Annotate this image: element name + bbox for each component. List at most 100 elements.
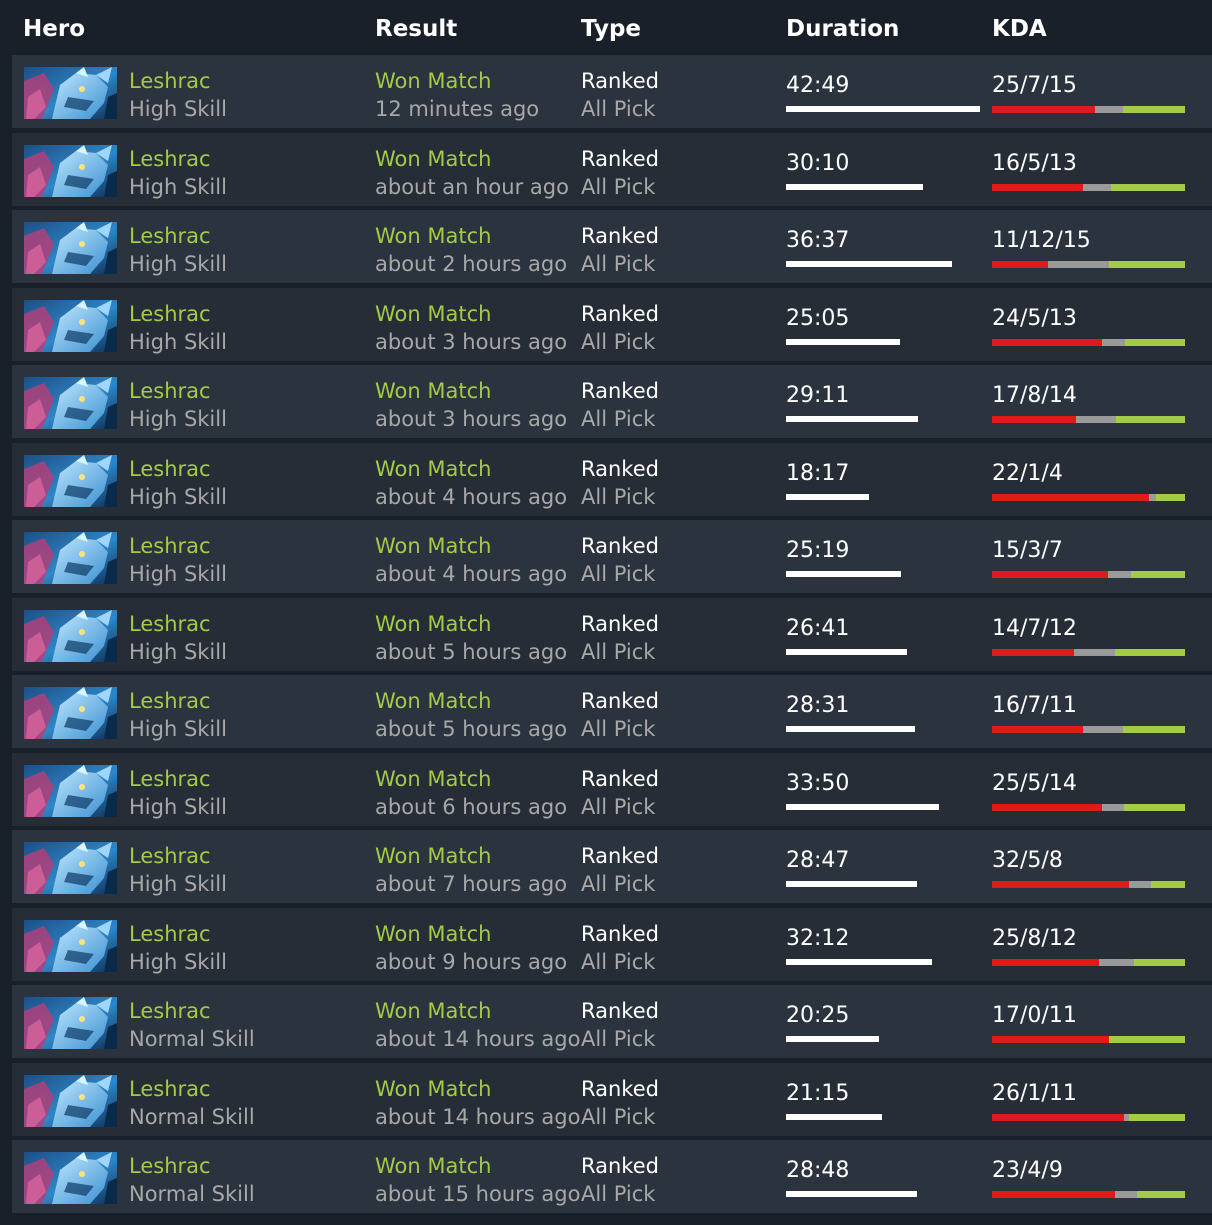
hero-name[interactable]: Leshrac — [129, 379, 211, 403]
hero-name[interactable]: Leshrac — [129, 224, 211, 248]
match-row[interactable]: Leshrac Normal Skill Won Match about 14 … — [12, 1062, 1212, 1136]
deaths-segment — [1101, 803, 1124, 811]
match-time: about 3 hours ago — [375, 407, 568, 431]
leshrac-portrait-icon[interactable] — [24, 532, 117, 584]
deaths-segment — [1082, 183, 1112, 191]
match-row[interactable]: Leshrac High Skill Won Match 12 minutes … — [12, 55, 1212, 128]
hero-name[interactable]: Leshrac — [129, 1154, 211, 1178]
column-header-hero[interactable]: Hero — [23, 16, 85, 42]
match-result[interactable]: Won Match — [375, 147, 491, 171]
column-header-result[interactable]: Result — [375, 16, 457, 42]
hero-name[interactable]: Leshrac — [129, 302, 211, 326]
match-time: about 9 hours ago — [375, 949, 568, 974]
hero-name[interactable]: Leshrac — [129, 844, 211, 868]
match-duration: 25:05 — [786, 305, 850, 331]
hero-name[interactable]: Leshrac — [129, 457, 211, 481]
hero-name[interactable]: Leshrac — [129, 999, 211, 1023]
leshrac-portrait-icon[interactable] — [24, 764, 117, 817]
kills-segment — [992, 1113, 1125, 1121]
lobby-type: Ranked — [581, 456, 659, 481]
match-result[interactable]: Won Match — [375, 999, 491, 1023]
kills-segment — [992, 183, 1083, 191]
leshrac-portrait-icon[interactable] — [24, 67, 117, 119]
match-duration: 42:49 — [786, 73, 850, 98]
deaths-segment — [1129, 881, 1151, 888]
match-result[interactable]: Won Match — [375, 224, 491, 248]
skill-bracket: High Skill — [129, 174, 227, 199]
duration-bar — [786, 1113, 882, 1120]
leshrac-portrait-icon[interactable] — [24, 454, 117, 507]
hero-name[interactable]: Leshrac — [129, 147, 211, 171]
skill-bracket: Normal Skill — [129, 1027, 255, 1051]
match-result[interactable]: Won Match — [375, 69, 491, 93]
duration-bar — [786, 803, 939, 810]
kda-value: 22/1/4 — [992, 460, 1063, 486]
duration-bar — [786, 648, 907, 655]
kda-value: 17/8/14 — [992, 383, 1077, 408]
match-row[interactable]: Leshrac High Skill Won Match about 2 hou… — [12, 210, 1212, 283]
match-row[interactable]: Leshrac High Skill Won Match about 7 hou… — [12, 830, 1212, 903]
match-result[interactable]: Won Match — [375, 767, 491, 791]
match-row[interactable]: Leshrac High Skill Won Match about 3 hou… — [12, 365, 1212, 438]
duration-bar — [786, 261, 952, 267]
match-result[interactable]: Won Match — [375, 922, 491, 946]
leshrac-portrait-icon[interactable] — [24, 919, 117, 972]
match-time: 12 minutes ago — [375, 97, 540, 121]
assists-segment — [1150, 881, 1185, 888]
leshrac-portrait-icon[interactable] — [24, 144, 117, 197]
kda-value: 32/5/8 — [992, 848, 1063, 873]
match-row[interactable]: Leshrac Normal Skill Won Match about 15 … — [12, 1140, 1212, 1213]
hero-name[interactable]: Leshrac — [129, 69, 211, 93]
leshrac-portrait-icon[interactable] — [24, 1074, 117, 1127]
match-time: about 2 hours ago — [375, 252, 568, 276]
match-result[interactable]: Won Match — [375, 844, 491, 868]
match-result[interactable]: Won Match — [375, 379, 491, 403]
skill-bracket: High Skill — [129, 717, 227, 741]
lobby-type: Ranked — [581, 69, 659, 93]
match-row[interactable]: Leshrac High Skill Won Match about 5 hou… — [12, 597, 1212, 671]
column-header-type[interactable]: Type — [581, 16, 641, 42]
hero-name[interactable]: Leshrac — [129, 689, 211, 713]
kda-bar — [992, 338, 1185, 346]
match-time: about 3 hours ago — [375, 329, 568, 354]
kda-bar — [992, 1036, 1185, 1043]
match-result[interactable]: Won Match — [375, 534, 491, 558]
match-row[interactable]: Leshrac High Skill Won Match about an ho… — [12, 132, 1212, 206]
match-row[interactable]: Leshrac High Skill Won Match about 3 hou… — [12, 287, 1212, 361]
skill-bracket: High Skill — [129, 97, 227, 121]
match-row[interactable]: Leshrac High Skill Won Match about 9 hou… — [12, 907, 1212, 981]
hero-name[interactable]: Leshrac — [129, 612, 211, 636]
match-result[interactable]: Won Match — [375, 612, 491, 636]
match-result[interactable]: Won Match — [375, 302, 491, 326]
leshrac-portrait-icon[interactable] — [24, 842, 117, 894]
match-row[interactable]: Leshrac High Skill Won Match about 4 hou… — [12, 520, 1212, 593]
column-header-kda[interactable]: KDA — [992, 16, 1047, 42]
match-duration: 29:11 — [786, 383, 850, 408]
skill-bracket: High Skill — [129, 562, 227, 586]
leshrac-portrait-icon[interactable] — [24, 299, 117, 352]
hero-name[interactable]: Leshrac — [129, 1077, 211, 1101]
leshrac-portrait-icon[interactable] — [24, 687, 117, 739]
match-result[interactable]: Won Match — [375, 1077, 491, 1101]
match-row[interactable]: Leshrac High Skill Won Match about 5 hou… — [12, 675, 1212, 748]
leshrac-portrait-icon[interactable] — [24, 997, 117, 1049]
leshrac-portrait-icon[interactable] — [24, 1152, 117, 1204]
match-row[interactable]: Leshrac High Skill Won Match about 6 hou… — [12, 752, 1212, 826]
match-row[interactable]: Leshrac Normal Skill Won Match about 14 … — [12, 985, 1212, 1058]
hero-name[interactable]: Leshrac — [129, 534, 211, 558]
kills-segment — [992, 881, 1130, 888]
lobby-type: Ranked — [581, 611, 659, 636]
hero-name[interactable]: Leshrac — [129, 767, 211, 791]
skill-bracket: High Skill — [129, 639, 227, 664]
column-header-duration[interactable]: Duration — [786, 16, 899, 42]
match-row[interactable]: Leshrac High Skill Won Match about 4 hou… — [12, 442, 1212, 516]
leshrac-portrait-icon[interactable] — [24, 222, 117, 274]
leshrac-portrait-icon[interactable] — [24, 609, 117, 662]
match-result[interactable]: Won Match — [375, 457, 491, 481]
hero-name[interactable]: Leshrac — [129, 922, 211, 946]
game-mode: All Pick — [581, 872, 656, 896]
match-result[interactable]: Won Match — [375, 1154, 491, 1178]
leshrac-portrait-icon[interactable] — [24, 377, 117, 429]
match-history: Hero Result Type Duration KDA Leshrac Hi… — [12, 0, 1212, 1225]
match-result[interactable]: Won Match — [375, 689, 491, 713]
